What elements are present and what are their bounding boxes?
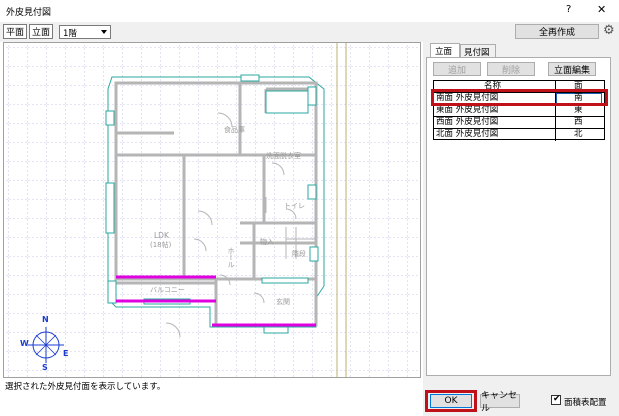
tab-elevation-label: 立面 xyxy=(435,47,453,57)
room-label-pantry: 食品庫 xyxy=(224,126,245,134)
title-bar: 外皮見付図 ? ✕ xyxy=(0,0,619,22)
area-table-label: 面積表配置 xyxy=(564,398,607,408)
table-row-name: 東面 外皮見付図 xyxy=(436,105,499,115)
status-text: 選択された外皮見付面を表示しています。 xyxy=(5,382,166,392)
ok-button[interactable]: OK xyxy=(430,394,472,408)
table-row-name: 北面 外皮見付図 xyxy=(436,129,499,139)
compass-west: W xyxy=(20,339,29,348)
plan-view-button[interactable]: 平面 xyxy=(3,24,27,39)
regenerate-all-button[interactable]: 全再作成 xyxy=(515,24,599,39)
room-label-toilet: トイレ xyxy=(284,202,305,210)
table-row[interactable]: 北面 外皮見付図 北 xyxy=(434,129,604,140)
table-row-face: 西 xyxy=(574,117,583,127)
room-label-storage: 物入 xyxy=(260,238,274,246)
tab-content: 追加 削除 立面編集 名称 面 南面 外皮見付図 南 東面 外皮見付図 東 西面… xyxy=(426,57,611,376)
selected-row-highlight xyxy=(431,89,608,106)
table-row[interactable]: 東面 外皮見付図 東 xyxy=(434,105,604,116)
help-button[interactable]: ? xyxy=(566,4,571,15)
table-row-face: 北 xyxy=(574,129,583,139)
cancel-button[interactable]: キャンセル xyxy=(480,391,520,414)
room-label-stairs: 階段 xyxy=(292,250,306,258)
floor-select[interactable]: 1階 xyxy=(59,25,111,39)
elevation-view-button[interactable]: 立面 xyxy=(29,24,53,39)
room-label-ldk: LDK xyxy=(154,231,169,240)
compass-east: E xyxy=(63,349,69,358)
toolbar: 平面 立面 1階 全再作成 ⚙ xyxy=(0,22,619,42)
room-label-ldk-size: (18帖) xyxy=(150,241,172,249)
window-title: 外皮見付図 xyxy=(6,8,52,18)
checkmark-icon: ✔ xyxy=(553,394,561,404)
delete-button[interactable]: 削除 xyxy=(487,62,535,76)
tab-mitsukezu[interactable]: 見付図 xyxy=(460,44,496,58)
compass-north: N xyxy=(42,315,49,324)
table-row-name: 西面 外皮見付図 xyxy=(436,117,499,127)
gear-icon[interactable]: ⚙ xyxy=(603,23,615,38)
close-icon[interactable]: ✕ xyxy=(597,3,606,16)
chevron-down-icon xyxy=(101,30,107,34)
tab-elevation[interactable]: 立面 xyxy=(430,43,460,57)
table-row[interactable]: 西面 外皮見付図 西 xyxy=(434,117,604,128)
room-label-washroom: 洗面脱衣室 xyxy=(266,152,301,160)
compass: N S W E xyxy=(20,313,70,373)
area-table-checkbox[interactable]: ✔ xyxy=(551,394,561,405)
edit-elevation-button[interactable]: 立面編集 xyxy=(548,62,596,76)
right-panel: 立面 見付図 追加 削除 立面編集 名称 面 南面 外皮見付図 南 東面 外皮見… xyxy=(423,42,619,378)
room-label-hall: ホール xyxy=(227,247,235,268)
add-button[interactable]: 追加 xyxy=(433,62,481,76)
room-label-balcony: バルコニー xyxy=(150,286,185,294)
room-label-entrance: 玄関 xyxy=(276,298,290,306)
compass-south: S xyxy=(42,363,48,372)
floor-select-value: 1階 xyxy=(63,29,77,39)
drawing-canvas[interactable]: 食品庫 洗面脱衣室 トイレ LDK (18帖) ホール 物入 階段 バルコニー … xyxy=(3,42,421,378)
table-row-face: 東 xyxy=(574,105,583,115)
